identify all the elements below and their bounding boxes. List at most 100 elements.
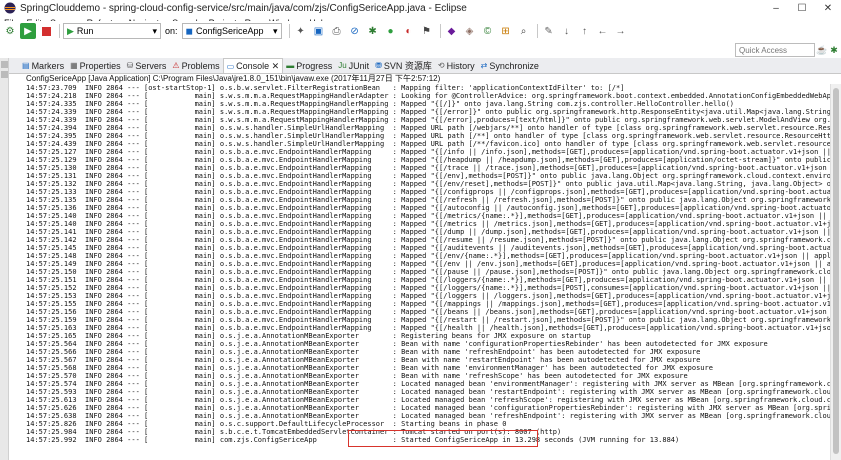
console-log-line: 14:57:25.574 INFO 2864 --- [ main] o.s.j… (26, 380, 830, 388)
console-log-line: 14:57:25.564 INFO 2864 --- [ main] o.s.j… (26, 340, 768, 348)
console-log-line: 14:57:24.395 INFO 2864 --- [ main] o.s.w… (26, 132, 830, 140)
console-log-line: 14:57:25.130 INFO 2864 --- [ main] o.s.b… (26, 164, 827, 172)
new-java-project-icon[interactable]: ◆ (444, 23, 460, 39)
stop-icon[interactable] (38, 23, 54, 39)
tab-label: JUnit (348, 60, 370, 71)
console-log-line: 14:57:25.140 INFO 2864 --- [ main] o.s.b… (26, 220, 830, 228)
console-log-line: 14:57:25.148 INFO 2864 --- [ main] o.s.b… (26, 252, 830, 260)
toolbar-separator (536, 24, 538, 38)
window-title: SpringClouddemo - spring-cloud-config-se… (20, 2, 467, 14)
svn-icon: ⛃ (375, 61, 382, 70)
toolbar-separator (439, 24, 441, 38)
console-log-line: 14:57:25.127 INFO 2864 --- [ main] o.s.b… (26, 148, 830, 156)
console-log-line: 14:57:25.826 INFO 2864 --- [ main] o.s.c… (26, 420, 507, 428)
console-output[interactable]: 14:57:23.709 INFO 2864 --- [ost-startSto… (9, 84, 830, 460)
servers-icon: ⛁ (126, 61, 134, 70)
console-log-line: 14:57:25.141 INFO 2864 --- [ main] o.s.b… (26, 228, 830, 236)
tab-history[interactable]: ⟲ History (435, 58, 478, 73)
console-vertical-scrollbar[interactable] (830, 84, 841, 460)
tab-progress[interactable]: ▬ Progress (283, 58, 335, 73)
console-launch-info: ConfigSericeApp [Java Application] C:\Pr… (9, 74, 841, 84)
maximize-button[interactable]: ☐ (789, 0, 815, 16)
junit-icon: Ju (338, 61, 347, 70)
console-log-line: 14:57:25.151 INFO 2864 --- [ main] o.s.b… (26, 276, 827, 284)
quick-access-input[interactable]: Quick Access (735, 43, 815, 57)
console-log-line: 14:57:24.335 INFO 2864 --- [ main] s.w.s… (26, 100, 735, 108)
tab-label: Progress (296, 60, 333, 71)
new-package-icon[interactable]: ◈ (462, 23, 478, 39)
open-type-icon[interactable]: ⊞ (498, 23, 514, 39)
back-icon[interactable]: ← (595, 23, 611, 39)
progress-icon: ▬ (286, 61, 295, 70)
tab-problems[interactable]: ⚠ Problems (169, 58, 222, 73)
tab-junit[interactable]: Ju JUnit (335, 58, 372, 73)
run-icon[interactable]: ▶ (20, 23, 36, 39)
toolbar-separator (59, 24, 60, 38)
tab-svn[interactable]: ⛃ SVN 资源库 (372, 58, 435, 73)
tab-label: Servers (135, 60, 167, 71)
tab-label: Problems (181, 60, 220, 71)
console-log-line: 14:57:24.218 INFO 2864 --- [ main] s.w.s… (26, 92, 830, 100)
external-tools-icon[interactable]: ⚑ (419, 23, 435, 39)
next-annotation-icon[interactable]: ↓ (559, 23, 575, 39)
console-log-line: 14:57:25.136 INFO 2864 --- [ main] o.s.b… (26, 204, 830, 212)
scrollbar-thumb[interactable] (833, 88, 839, 454)
save-icon[interactable]: ▣ (311, 23, 327, 39)
chevron-down-icon: ▾ (272, 25, 278, 36)
minimize-button[interactable]: – (763, 0, 789, 16)
forward-icon[interactable]: → (613, 23, 629, 39)
console-log-line: 14:57:23.709 INFO 2864 --- [ost-startSto… (26, 84, 625, 92)
console-log-line: 14:57:25.142 INFO 2864 --- [ main] o.s.b… (26, 236, 830, 244)
tab-label: Properties (79, 60, 121, 71)
chevron-down-icon: ▾ (152, 25, 157, 36)
window-controls: – ☐ ✕ (763, 0, 841, 16)
debug-icon[interactable]: ⚙ (2, 23, 18, 39)
console-log-line: 14:57:25.984 INFO 2864 --- [ main] s.b.c… (26, 428, 562, 436)
console-log-line: 14:57:24.339 INFO 2864 --- [ main] s.w.s… (26, 116, 830, 124)
eclipse-app-icon (4, 2, 16, 14)
coverage-icon[interactable]: ◐ (401, 23, 417, 39)
properties-icon: ▦ (70, 61, 78, 70)
package-explorer-icon[interactable] (1, 71, 8, 78)
print-icon[interactable]: ⎙ (329, 23, 345, 39)
search-icon[interactable]: ⌕ (516, 23, 532, 39)
console-log-line: 14:57:25.145 INFO 2864 --- [ main] o.s.b… (26, 244, 830, 252)
console-log-line: 14:57:25.133 INFO 2864 --- [ main] o.s.b… (26, 188, 830, 196)
console-log-line: 14:57:25.159 INFO 2864 --- [ main] o.s.b… (26, 316, 830, 324)
console-log-line: 14:57:25.156 INFO 2864 --- [ main] o.s.b… (26, 308, 827, 316)
secondary-toolbar: Quick Access ☕ ✱ (0, 41, 841, 58)
new-icon[interactable]: ✦ (293, 23, 309, 39)
close-button[interactable]: ✕ (815, 0, 841, 16)
run-last-icon[interactable]: ● (383, 23, 399, 39)
tab-markers[interactable]: ▤ Markers (19, 58, 67, 73)
tab-properties[interactable]: ▦ Properties (67, 58, 124, 73)
run-mode-select[interactable]: ▶ Run ▾ (63, 23, 161, 39)
pin-icon[interactable]: ✎ (541, 23, 557, 39)
perspective-debug-icon[interactable]: ✱ (827, 43, 841, 57)
console-icon: ▭ (226, 61, 235, 71)
toolbar-separator (288, 24, 290, 38)
launch-config-select[interactable]: ◼ ConfigSericeApp ▾ (181, 23, 282, 39)
tab-servers[interactable]: ⛁ Servers (124, 58, 170, 73)
minimized-stack (0, 58, 9, 460)
console-log-line: 14:57:25.626 INFO 2864 --- [ main] o.s.j… (26, 404, 830, 412)
tab-synchronize[interactable]: ⇄ Synchronize (478, 58, 542, 73)
new-class-icon[interactable]: © (480, 23, 496, 39)
main-toolbar: ⚙ ▶ ▶ Run ▾ on: ◼ ConfigSericeApp ▾ ✦ ▣ … (0, 21, 841, 41)
console-log-line: 14:57:25.132 INFO 2864 --- [ main] o.s.b… (26, 180, 830, 188)
console-log-line: 14:57:25.131 INFO 2864 --- [ main] o.s.b… (26, 172, 830, 180)
debug-run-icon[interactable]: ✱ (365, 23, 381, 39)
tab-label: SVN 资源库 (383, 61, 432, 71)
tab-console[interactable]: ▭ Console ✕ (222, 58, 284, 73)
console-log-line: 14:57:25.638 INFO 2864 --- [ main] o.s.j… (26, 412, 830, 420)
console-log-line: 14:57:24.394 INFO 2864 --- [ main] o.s.w… (26, 124, 830, 132)
on-label: on: (165, 26, 178, 36)
skip-breakpoints-icon[interactable]: ⊘ (347, 23, 363, 39)
console-log-line: 14:57:25.593 INFO 2864 --- [ main] o.s.j… (26, 388, 830, 396)
restore-icon[interactable] (1, 61, 8, 68)
launch-config-label: ConfigSericeApp (196, 26, 264, 36)
previous-annotation-icon[interactable]: ↑ (577, 23, 593, 39)
view-tab-bar: ▤ Markers ▦ Properties ⛁ Servers ⚠ Probl… (9, 58, 841, 74)
console-log-line: 14:57:24.439 INFO 2864 --- [ main] o.s.w… (26, 140, 830, 148)
console-log-line: 14:57:25.149 INFO 2864 --- [ main] o.s.b… (26, 260, 830, 268)
